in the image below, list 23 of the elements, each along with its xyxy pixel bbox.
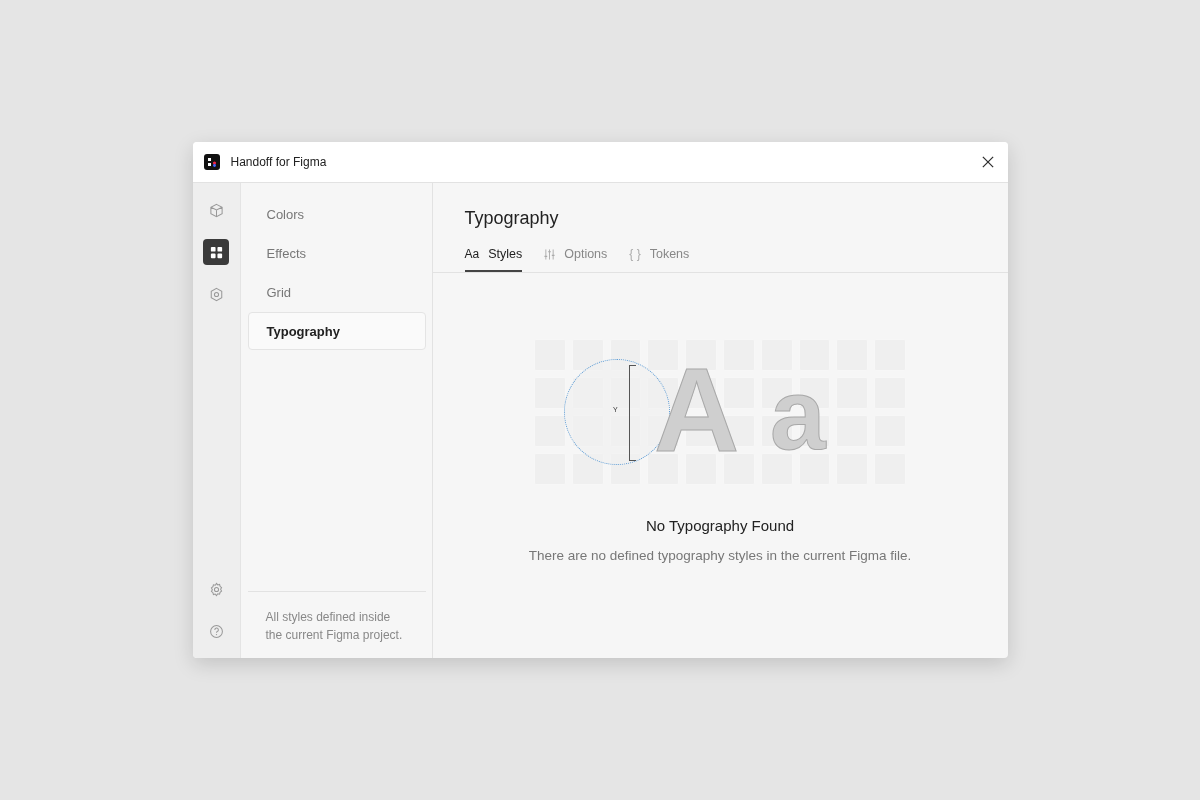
help-icon [208, 623, 224, 639]
tab[interactable]: { } Tokens [629, 247, 690, 272]
empty-state-title: No Typography Found [645, 517, 795, 534]
sidebar-item[interactable]: Typography [247, 312, 426, 350]
grid-icon [208, 244, 224, 260]
page-heading: Typography [463, 207, 560, 229]
sidebar-item[interactable]: Effects [247, 234, 426, 272]
tab[interactable]: Options [544, 247, 608, 272]
tab-glyph-icon: { } [629, 247, 641, 261]
hexagon-icon [208, 286, 224, 302]
sidebar-item[interactable]: Colors [247, 195, 426, 233]
window-title: Handoff for Figma [230, 155, 328, 169]
rail-button[interactable] [203, 239, 229, 265]
app-logo-icon [203, 154, 220, 170]
sidebar-item[interactable]: Grid [247, 273, 426, 311]
tab[interactable]: Aa Styles [464, 247, 523, 272]
settings-icon [208, 581, 224, 597]
tab-glyph-icon: Aa [464, 247, 480, 261]
cube-icon [208, 202, 224, 218]
sidebar-note: All styles defined inside the current Figma project. [247, 591, 426, 644]
sliders-icon [544, 248, 556, 260]
empty-state-text: There are no defined typography styles in the current Figma file. [528, 548, 912, 563]
close-icon[interactable] [981, 156, 994, 168]
